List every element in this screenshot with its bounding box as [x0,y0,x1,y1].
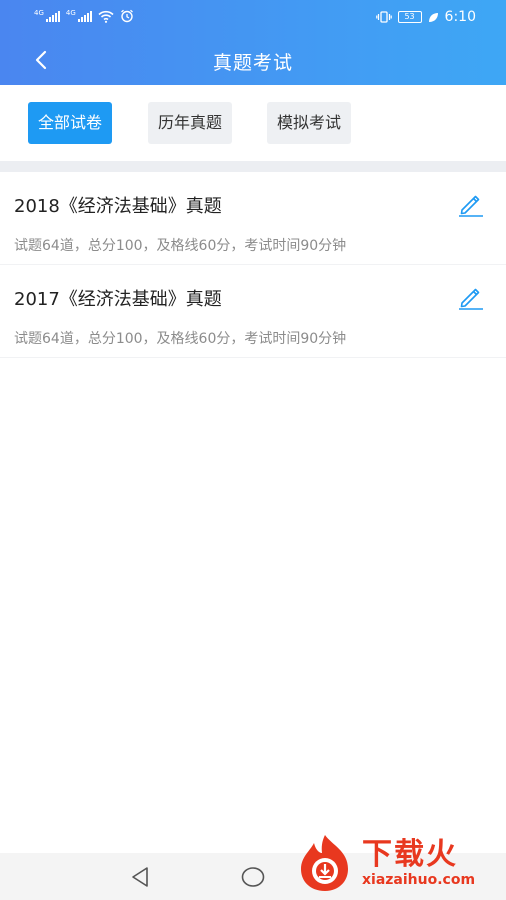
watermark-text-cn: 下载火 [362,837,458,872]
page-title: 真题考试 [212,52,293,74]
flame-logo-icon [301,835,348,891]
edit-button[interactable] [457,190,485,218]
filter-tabs: 全部试卷 历年真题 模拟考试 [0,85,506,161]
top-header: 4G 4G 53 6:10 真题考试 [0,0,506,85]
alarm-icon [120,9,133,23]
sim1-network-tag: 4G [34,9,44,17]
status-time: 6:10 [444,9,476,25]
watermark-logo: 下载火 xiazaihuo.com [294,832,500,894]
tab-all-papers[interactable]: 全部试卷 [28,102,113,144]
watermark-text-en: xiazaihuo.com [362,872,476,888]
exam-list: 2018《经济法基础》真题 试题64道，总分100，及格线60分，考试时间90分… [0,172,506,358]
sim1-signal-icon: 4G [34,10,60,22]
vibrate-icon [375,11,392,23]
edit-button[interactable] [457,283,485,311]
exam-info: 试题64道，总分100，及格线60分，考试时间90分钟 [14,331,347,347]
tab-past-exams[interactable]: 历年真题 [148,102,233,144]
exam-title: 2017《经济法基础》真题 [14,289,222,310]
triangle-back-icon[interactable] [128,865,152,889]
exam-list-item[interactable]: 2017《经济法基础》真题 试题64道，总分100，及格线60分，考试时间90分… [0,265,506,358]
status-bar: 4G 4G 53 6:10 [0,0,506,34]
exam-list-item[interactable]: 2018《经济法基础》真题 试题64道，总分100，及格线60分，考试时间90分… [0,172,506,265]
pencil-icon [459,288,483,310]
navbar: 真题考试 [0,34,506,85]
exam-title: 2018《经济法基础》真题 [14,196,222,217]
sim2-network-tag: 4G [65,9,76,17]
circle-home-icon[interactable] [241,866,265,888]
exam-info: 试题64道，总分100，及格线60分，考试时间90分钟 [14,238,347,254]
pencil-icon [459,195,483,217]
sim2-signal-icon: 4G [66,10,92,22]
battery-icon: 53 [397,11,422,23]
wifi-icon [98,10,114,23]
tab-mock-exams[interactable]: 模拟考试 [267,102,352,144]
section-divider [0,161,506,172]
leaf-icon [428,12,438,22]
